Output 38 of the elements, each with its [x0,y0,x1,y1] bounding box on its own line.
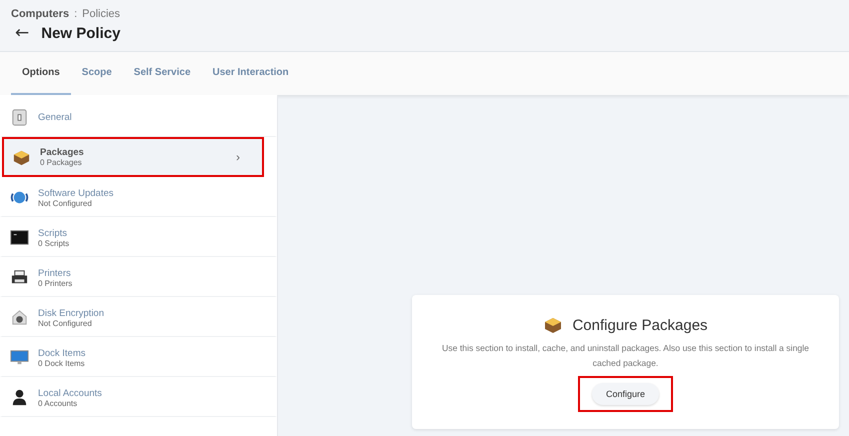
item-subtitle: Not Configured [38,198,93,208]
tab[interactable]: Self Service [122,52,202,95]
item-title: Packages [40,147,85,158]
breadcrumb-separator: : [74,8,78,20]
box-icon [543,315,564,335]
sidebar-item[interactable]: Software Updates Not Configured [0,177,277,217]
item-title: Software Updates [38,188,115,198]
panel-title: Configure Packages [572,316,708,334]
item-title: Dock Items [38,348,87,358]
breadcrumb-link[interactable]: Computers [11,8,70,20]
tab[interactable]: Scope [70,52,123,95]
back-button[interactable]: ← [11,23,42,43]
configure-button[interactable]: Configure [592,383,660,405]
sidebar-item[interactable]: Packages 0 Packages › [2,137,264,177]
page-title: New Policy [41,24,120,42]
sidebar-item[interactable]: Disk Encryption Not Configured [0,297,277,337]
panel-description: Use this section to install, cache, and uninstall packages. Also use this section to install a single cached package. [440,342,810,370]
sidebar-item[interactable]: Local Accounts 0 Accounts [0,377,277,417]
item-title: Disk Encryption [38,308,105,318]
item-subtitle: 0 Accounts [38,398,78,408]
tab[interactable]: User Interaction [202,52,300,95]
item-title: Printers [38,268,72,278]
breadcrumb-current: Policies [82,8,120,20]
item-subtitle: 0 Printers [38,278,74,288]
chevron-icon: › [236,150,254,164]
item-title: Local Accounts [38,388,103,398]
monitor-icon [10,348,29,367]
item-title: Scripts [38,228,68,238]
item-subtitle: Not Configured [38,318,93,328]
sidebar-item[interactable]: Dock Items 0 Dock Items [0,337,277,377]
terminal-icon [10,228,29,247]
item-subtitle: 0 Dock Items [38,358,86,368]
sidebar-item[interactable]: Printers 0 Printers [0,257,277,297]
item-title: General [38,112,73,123]
sidebar-item[interactable]: Scripts 0 Scripts [0,217,277,257]
person-icon [10,388,29,407]
item-subtitle: 0 Packages [40,158,83,167]
item-subtitle: 0 Scripts [38,238,70,248]
